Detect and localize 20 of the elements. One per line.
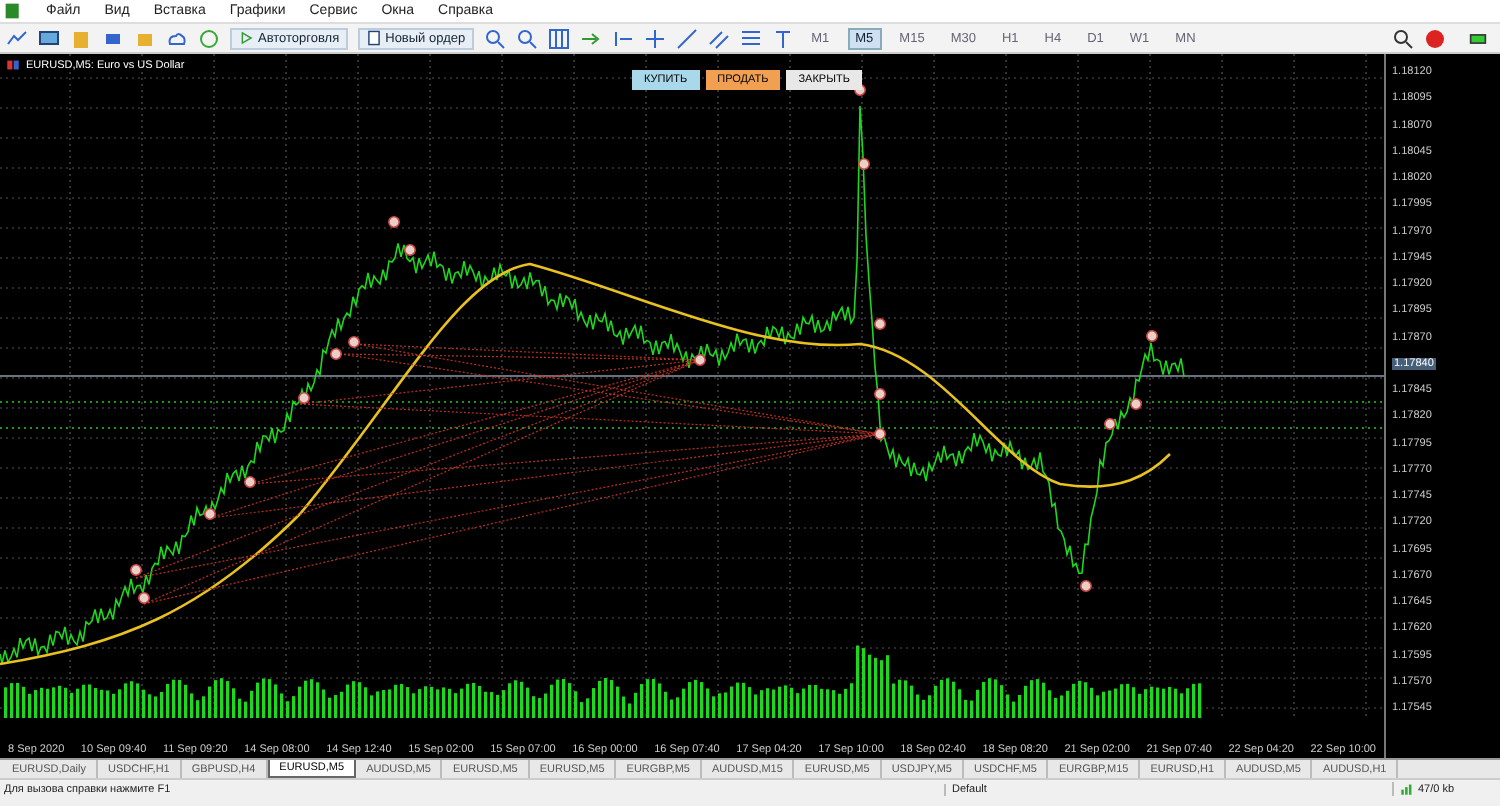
connection-bars-icon[interactable]: [1400, 782, 1414, 796]
grid-icon[interactable]: [547, 27, 570, 49]
notification-icon[interactable]: [1424, 27, 1446, 49]
shift-icon[interactable]: [611, 27, 634, 49]
fibonacci-icon[interactable]: [739, 27, 762, 49]
cloud-icon[interactable]: [166, 27, 188, 49]
monitor-icon[interactable]: [38, 27, 60, 49]
play-icon[interactable]: [238, 30, 254, 46]
text-icon[interactable]: [771, 27, 794, 49]
zoom-out-icon[interactable]: [515, 27, 538, 49]
trendline-icon[interactable]: [675, 27, 698, 49]
app-icon[interactable]: [4, 2, 22, 20]
document-icon[interactable]: [365, 30, 382, 46]
zoom-in-icon[interactable]: [483, 27, 506, 49]
crosshair-icon[interactable]: [643, 27, 666, 49]
search-icon[interactable]: [1392, 27, 1414, 49]
channel-icon[interactable]: [707, 27, 730, 49]
scroll-icon[interactable]: [579, 27, 602, 49]
line-chart-icon[interactable]: [6, 27, 28, 49]
chart-flag-icon[interactable]: [4, 58, 22, 72]
